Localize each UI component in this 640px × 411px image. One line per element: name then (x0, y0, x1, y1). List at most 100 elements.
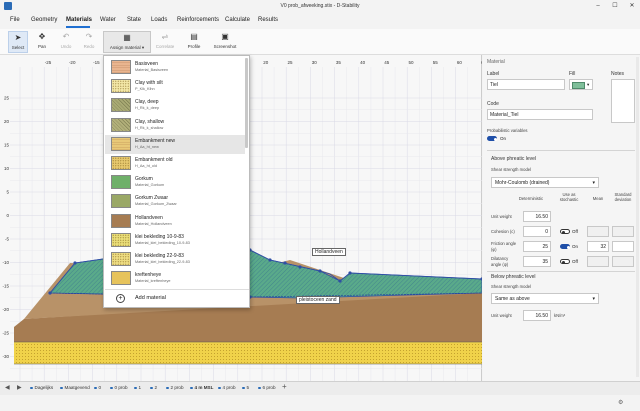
material-item[interactable]: Clay, deep H_Rk_k_deep (105, 96, 245, 115)
cohesion-input[interactable]: 0 (523, 226, 551, 237)
geometry-point (73, 261, 77, 265)
close-button[interactable]: ✕ (624, 0, 640, 12)
dilatancy-angle-label: Dilatancy angle (ψ) (491, 256, 509, 267)
tab-prev-button[interactable]: ◀ (5, 384, 10, 391)
unit-weight-input[interactable]: 16.50 (523, 211, 551, 222)
fill-color-picker[interactable]: ▾ (569, 79, 593, 90)
scenario-tab-label: 1 (138, 385, 142, 390)
correlate-button[interactable]: ⇌ Correlate (152, 31, 178, 53)
chevron-down-icon: ▾ (592, 180, 595, 186)
cohesion-std-input[interactable] (612, 226, 634, 237)
probabilistic-toggle[interactable] (487, 136, 497, 141)
pan-tool[interactable]: ✥ Pan (32, 31, 52, 53)
below-unit-weight-input[interactable]: 16.50 (523, 310, 551, 321)
material-item[interactable]: Basisveen Material_Basisveen (105, 58, 245, 77)
add-material-button[interactable]: + Add material (105, 289, 249, 307)
material-item[interactable]: klei bekleding 10-9-83 Material_klei_bekl… (105, 231, 245, 250)
select-tool-label: Select (11, 45, 25, 50)
scenario-tab-bar: ◀ ▶ Dagelijks Maatgevend 0 0 prob 1 2 2 prob 4 … (0, 381, 640, 395)
active-menu-indicator (66, 26, 90, 28)
material-item[interactable]: Hollandveen Material_Hollandveen (105, 212, 245, 231)
scenario-tab[interactable]: 5 (242, 385, 249, 390)
label-input[interactable]: Tiel (487, 79, 565, 90)
add-tab-button[interactable]: + (282, 382, 287, 391)
scenario-tab[interactable]: 2 prob (166, 385, 184, 390)
assign-material-button[interactable]: ▦ Assign material ▾ (103, 31, 151, 53)
cohesion-stochastic-toggle[interactable] (560, 229, 570, 234)
tab-dot-icon (258, 386, 261, 390)
menu-bar: File Geometry Materials Water State Load… (0, 12, 640, 29)
divider (487, 150, 635, 151)
pan-icon: ✥ (38, 32, 46, 41)
code-input[interactable]: Material_Tiel (487, 109, 593, 120)
geometry-point (338, 279, 342, 283)
menu-water[interactable]: Water (100, 17, 116, 23)
screenshot-button[interactable]: ▣ Screenshot (210, 31, 240, 53)
status-settings-icon[interactable]: ⚙ (618, 399, 623, 406)
profile-button[interactable]: ▤ Profile (183, 31, 205, 53)
dilatancy-mean-input[interactable] (587, 256, 609, 267)
menu-file[interactable]: File (10, 17, 20, 23)
hollandveen-label: Hollandveen (312, 248, 346, 256)
minimize-button[interactable]: – (590, 0, 606, 12)
scenario-tab[interactable]: 0 prob (110, 385, 128, 390)
scenario-tab[interactable]: 2 (150, 385, 157, 390)
correlate-label: Correlate (155, 44, 175, 49)
scenario-tab[interactable]: Dagelijks (30, 385, 53, 390)
redo-button[interactable]: ↷ Redo (79, 31, 99, 53)
menu-materials[interactable]: Materials (66, 17, 92, 23)
friction-mean-input[interactable]: 32 (587, 241, 609, 252)
cohesion-mean-input[interactable] (587, 226, 609, 237)
tab-dot-icon (134, 386, 137, 390)
friction-angle-label: Friction angle (φ) (491, 241, 517, 252)
menu-geometry[interactable]: Geometry (31, 17, 57, 23)
dilatancy-angle-input[interactable]: 35 (523, 256, 551, 267)
material-item[interactable]: Clay, shallow H_Rk_k_shallow (105, 116, 245, 135)
scenario-tab-label: 2 (154, 385, 158, 390)
material-item[interactable]: Gorkum Material_Gorkum (105, 173, 245, 192)
material-swatch (111, 60, 131, 74)
above-shear-model-select[interactable]: Mohr-Coulomb (drained) ▾ (491, 177, 599, 188)
menu-results[interactable]: Results (258, 17, 278, 23)
scenario-tab[interactable]: 1 (134, 385, 141, 390)
menu-calculate[interactable]: Calculate (225, 17, 250, 23)
dropdown-scrollbar[interactable] (245, 58, 248, 148)
material-item[interactable]: kreftenheye Material_kreftenheye (105, 269, 245, 288)
properties-scrollbar[interactable] (636, 57, 639, 377)
select-tool[interactable]: ➤ Select (8, 31, 28, 53)
scenario-tab[interactable]: 0 (94, 385, 101, 390)
x-axis-tick-label: 45 (384, 60, 390, 65)
material-item[interactable]: Clay with silt P_Klk_Klhn (105, 77, 245, 96)
friction-stochastic-toggle[interactable] (560, 244, 570, 249)
friction-std-input[interactable] (612, 241, 634, 252)
below-shear-model-select[interactable]: Same as above ▾ (491, 293, 599, 304)
menu-loads[interactable]: Loads (151, 17, 167, 23)
dilatancy-stochastic-toggle[interactable] (560, 259, 570, 264)
friction-angle-input[interactable]: 25 (523, 241, 551, 252)
scenario-tab[interactable]: 4 m MSL (190, 385, 213, 390)
material-swatch (111, 79, 131, 94)
x-axis-tick-label: 60 (457, 60, 463, 65)
material-item[interactable]: klei bekleding 22-9-83 Material_klei_bekl… (105, 250, 245, 269)
scenario-tab[interactable]: 4 prob (218, 385, 236, 390)
menu-reinforcements[interactable]: Reinforcements (177, 17, 219, 23)
col-deterministic: Deterministic (518, 196, 544, 201)
notes-input[interactable] (611, 79, 635, 123)
material-name: Clay, deep (135, 99, 159, 106)
scenario-tab[interactable]: 6 prob (258, 385, 276, 390)
material-swatch (111, 117, 131, 132)
dilatancy-std-input[interactable] (612, 256, 634, 267)
material-item[interactable]: Gorkum Zwaar Material_Gorkum_Zwaar (105, 192, 245, 211)
col-mean: Mean (592, 196, 604, 201)
maximize-button[interactable]: ☐ (607, 0, 623, 12)
material-item[interactable]: Embankment new H_Aa_ht_new (105, 134, 245, 154)
pan-tool-label: Pan (37, 44, 46, 49)
menu-state[interactable]: State (127, 17, 141, 23)
below-phreatic-title: Below phreatic level (491, 274, 536, 280)
material-item[interactable]: Embankment old H_Aa_ht_old (105, 154, 245, 173)
tab-next-button[interactable]: ▶ (17, 384, 22, 391)
geometry-point (298, 265, 302, 269)
scenario-tab[interactable]: Maatgevend (60, 385, 90, 390)
material-name: Gorkum (135, 176, 153, 183)
undo-button[interactable]: ↶ Undo (56, 31, 76, 53)
